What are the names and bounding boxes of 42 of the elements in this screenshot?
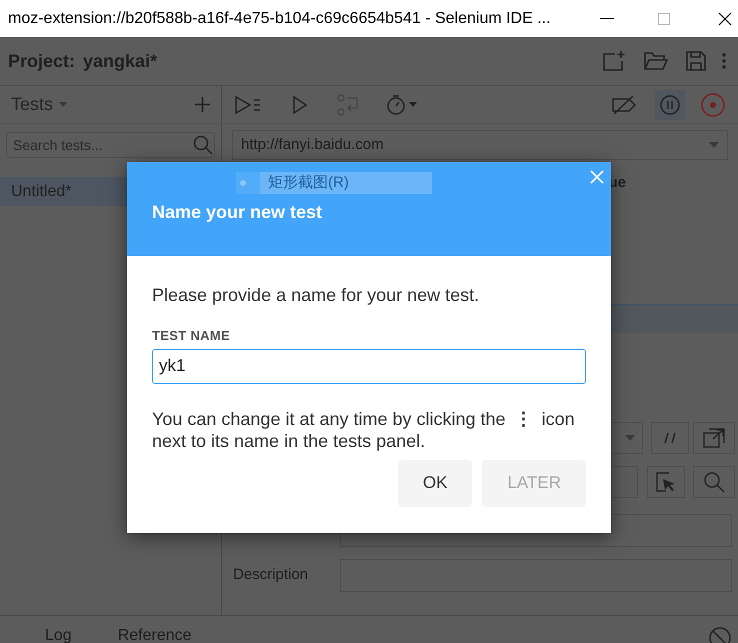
panel-tab[interactable]: Reference [118, 627, 192, 643]
run-all-icon[interactable] [235, 96, 261, 114]
comment-icon [664, 432, 676, 444]
save-icon[interactable] [686, 51, 706, 71]
clear-icon[interactable] [709, 627, 731, 643]
minimize-icon[interactable] [600, 18, 614, 20]
more-icon[interactable] [722, 53, 726, 69]
play-icon[interactable] [293, 96, 307, 114]
select-target-button[interactable] [647, 466, 685, 498]
add-icon[interactable] [195, 97, 210, 112]
dialog-hint: You can change it at any time by clicking the ⋮ icon next to its name in the tests panel. [152, 408, 576, 452]
folder-icon[interactable] [644, 51, 668, 71]
timer-icon[interactable] [387, 94, 417, 116]
panel-tab[interactable]: Log [45, 627, 72, 643]
step-icon[interactable] [337, 94, 359, 116]
pause-button[interactable] [655, 90, 685, 120]
window-title: moz-extension://b20f588b-a16f-4e75-b104-c69c6654b541 - Selenium IDE ... [8, 8, 552, 28]
search-icon [703, 471, 725, 493]
open-window-button[interactable] [693, 422, 735, 454]
comment-button[interactable] [651, 422, 689, 454]
new-project-icon[interactable] [602, 50, 626, 72]
menu-item[interactable]: 矩形截图(R) [260, 172, 432, 194]
close-icon[interactable] [718, 12, 732, 26]
open-window-icon [703, 428, 725, 448]
caret-icon[interactable] [59, 102, 68, 107]
caret-icon[interactable] [709, 142, 719, 148]
test-name-field[interactable]: yk1 [152, 348, 586, 384]
caret-icon [625, 435, 635, 441]
pause-icon [660, 94, 680, 114]
field-label: Description [233, 565, 310, 586]
dialog-message: Please provide a name for your new test. [152, 284, 480, 307]
project-label: Project: [8, 50, 76, 73]
maximize-icon[interactable] [658, 12, 670, 24]
field-label: TEST NAME [152, 327, 232, 345]
find-button[interactable] [693, 466, 735, 498]
project-name: yangkai* [83, 50, 158, 73]
url-field[interactable]: http://fanyi.baidu.com [232, 130, 728, 160]
search-icon[interactable] [193, 135, 213, 155]
record-icon[interactable] [701, 92, 725, 116]
disable-breakpoints-icon[interactable] [611, 94, 637, 114]
cursor-icon [655, 471, 677, 493]
dialog-button[interactable]: OK [398, 460, 472, 506]
